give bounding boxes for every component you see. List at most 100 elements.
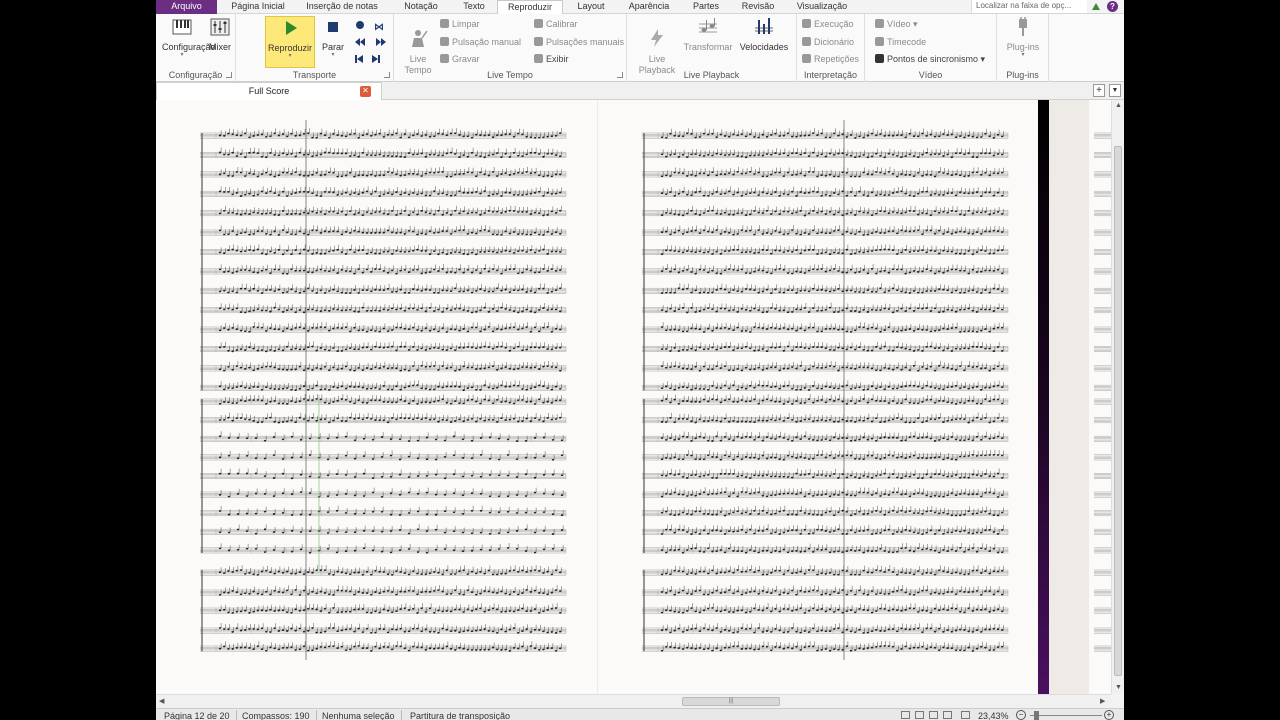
gravar-label: Gravar: [452, 54, 480, 64]
triangle-icon[interactable]: [1092, 3, 1100, 10]
tab-partes[interactable]: Partes: [688, 0, 724, 14]
group-video-label: Vídeo: [918, 70, 943, 80]
status-selection: Nenhuma seleção: [316, 710, 402, 720]
dialog-launcher-icon[interactable]: [617, 72, 623, 78]
timecode-button[interactable]: Timecode: [875, 35, 926, 49]
ribbon-search-input[interactable]: Localizar na faixa de opç...: [971, 0, 1087, 13]
status-page: Página 12 de 20: [158, 710, 237, 720]
calibrate-icon: [534, 19, 543, 28]
record-icon[interactable]: [356, 21, 364, 29]
plugins-button[interactable]: Plug-ins ▾: [1001, 16, 1045, 58]
configuracao-button[interactable]: Configuração ▾: [162, 16, 216, 58]
tab-insercao-de-notas[interactable]: Inserção de notas: [304, 0, 380, 14]
tap-icon: [440, 37, 449, 46]
parar-button[interactable]: Parar ▾: [320, 16, 346, 58]
tab-menu-button[interactable]: ▼: [1109, 84, 1121, 97]
fast-forward-icon[interactable]: [376, 38, 381, 46]
group-configuracao: Configuração ▾ Mixer Configuração: [156, 14, 236, 82]
tab-reproduzir[interactable]: Reproduzir: [497, 0, 563, 15]
dicionario-label: Dicionário: [814, 37, 855, 47]
velocity-icon: [755, 18, 773, 34]
sibelius-window: Arquivo Página Inicial Inserção de notas…: [156, 0, 1124, 720]
dialog-launcher-icon[interactable]: [384, 72, 390, 78]
zoom-out-icon[interactable]: −: [1016, 710, 1026, 720]
view-spread-icon[interactable]: [915, 711, 924, 719]
mixer-button[interactable]: Mixer: [206, 16, 234, 52]
conductor-icon: [412, 30, 428, 47]
help-icon[interactable]: ?: [1107, 1, 1118, 12]
horizontal-scrollbar[interactable]: ◀ ||| ▶: [156, 694, 1111, 708]
zoom-in-icon[interactable]: +: [1104, 710, 1114, 720]
dictionary-icon: [802, 37, 811, 46]
calibrar-label: Calibrar: [546, 19, 578, 29]
live-playback-button[interactable]: Live Playback: [635, 16, 679, 76]
pulsacao-manual-button[interactable]: Pulsação manual: [440, 35, 521, 49]
document-tab-bar: Full Score ✕ + ▼: [156, 82, 1124, 100]
dicionario-button[interactable]: Dicionário: [802, 35, 854, 49]
vertical-scrollbar[interactable]: ▲ ▼: [1111, 100, 1124, 694]
repeticoes-button[interactable]: Repetições: [802, 52, 859, 66]
tab-texto[interactable]: Texto: [456, 0, 492, 14]
zoom-slider[interactable]: [1030, 715, 1102, 716]
document-tab[interactable]: Full Score ✕: [156, 82, 382, 100]
execucao-button[interactable]: Execução: [802, 17, 854, 31]
plug-icon: [1019, 17, 1027, 36]
view-fit-icon[interactable]: [961, 711, 970, 719]
view-single-page-icon[interactable]: [901, 711, 910, 719]
group-transporte: Reproduzir ▾ Parar ▾ ⋈ Transporte: [236, 14, 394, 82]
lightning-icon: [651, 29, 663, 47]
tab-arquivo[interactable]: Arquivo: [156, 0, 217, 14]
pulsacoes-manuais-button[interactable]: Pulsações manuais: [534, 35, 624, 49]
group-live-tempo: Live Tempo Limpar Pulsação manual Gravar…: [394, 14, 627, 82]
eraser-icon: [440, 19, 449, 28]
tab-layout[interactable]: Layout: [570, 0, 612, 14]
execucao-label: Execução: [814, 19, 854, 29]
live-tempo-button[interactable]: Live Tempo: [400, 16, 436, 76]
video-icon: [875, 19, 884, 28]
scroll-left-icon[interactable]: ◀: [159, 697, 164, 705]
reproduzir-button[interactable]: Reproduzir ▾: [265, 16, 315, 68]
tab-notacao[interactable]: Notação: [396, 0, 446, 14]
mixer-icon: [210, 18, 230, 36]
tab-revisao[interactable]: Revisão: [736, 0, 780, 14]
group-interpretacao-label: Interpretação: [803, 70, 858, 80]
video-button[interactable]: Vídeo ▾: [875, 17, 918, 31]
timecode-icon: [875, 37, 884, 46]
status-bars: Compassos: 190: [236, 710, 317, 720]
exibir-button[interactable]: Exibir: [534, 52, 569, 66]
video-label: Vídeo: [887, 19, 911, 29]
view-horizontal-icon[interactable]: [929, 711, 938, 719]
exibir-label: Exibir: [546, 54, 569, 64]
go-to-end-icon[interactable]: [372, 55, 378, 63]
dialog-launcher-icon[interactable]: [226, 72, 232, 78]
tab-visualizacao[interactable]: Visualização: [790, 0, 854, 14]
metronome-icon[interactable]: ⋈: [374, 22, 384, 33]
view-vertical-icon[interactable]: [943, 711, 952, 719]
calibrar-button[interactable]: Calibrar: [534, 17, 578, 31]
vertical-scroll-thumb[interactable]: [1114, 146, 1122, 676]
score-canvas[interactable]: [156, 100, 1111, 694]
scroll-up-icon[interactable]: ▲: [1115, 102, 1122, 109]
horizontal-scroll-thumb[interactable]: |||: [682, 697, 780, 706]
tab-aparencia[interactable]: Aparência: [623, 0, 675, 14]
performance-icon: [802, 19, 811, 28]
zoom-level: 23,43%: [978, 711, 1009, 720]
scroll-right-icon[interactable]: ▶: [1100, 697, 1105, 705]
pontos-sincronismo-button[interactable]: Pontos de sincronismo ▾: [875, 52, 985, 66]
scroll-down-icon[interactable]: ▼: [1115, 684, 1122, 691]
new-tab-button[interactable]: +: [1093, 84, 1105, 97]
piano-icon: [172, 19, 192, 35]
close-icon[interactable]: ✕: [360, 86, 371, 97]
go-to-start-icon[interactable]: [355, 55, 357, 63]
mixer-label: Mixer: [209, 42, 231, 52]
sync-points-icon: [875, 54, 884, 63]
gravar-button[interactable]: Gravar: [440, 52, 480, 66]
zoom-slider-knob[interactable]: [1034, 711, 1039, 720]
velocidades-button[interactable]: Velocidades: [737, 16, 791, 52]
ribbon: Configuração ▾ Mixer Configuração Reprodu…: [156, 14, 1124, 82]
transformar-button[interactable]: Transformar: [681, 16, 735, 52]
limpar-button[interactable]: Limpar: [440, 17, 480, 31]
rewind-icon[interactable]: [355, 38, 360, 46]
group-video: Vídeo ▾ Timecode Pontos de sincronismo ▾…: [865, 14, 997, 82]
tab-pagina-inicial[interactable]: Página Inicial: [226, 0, 290, 14]
